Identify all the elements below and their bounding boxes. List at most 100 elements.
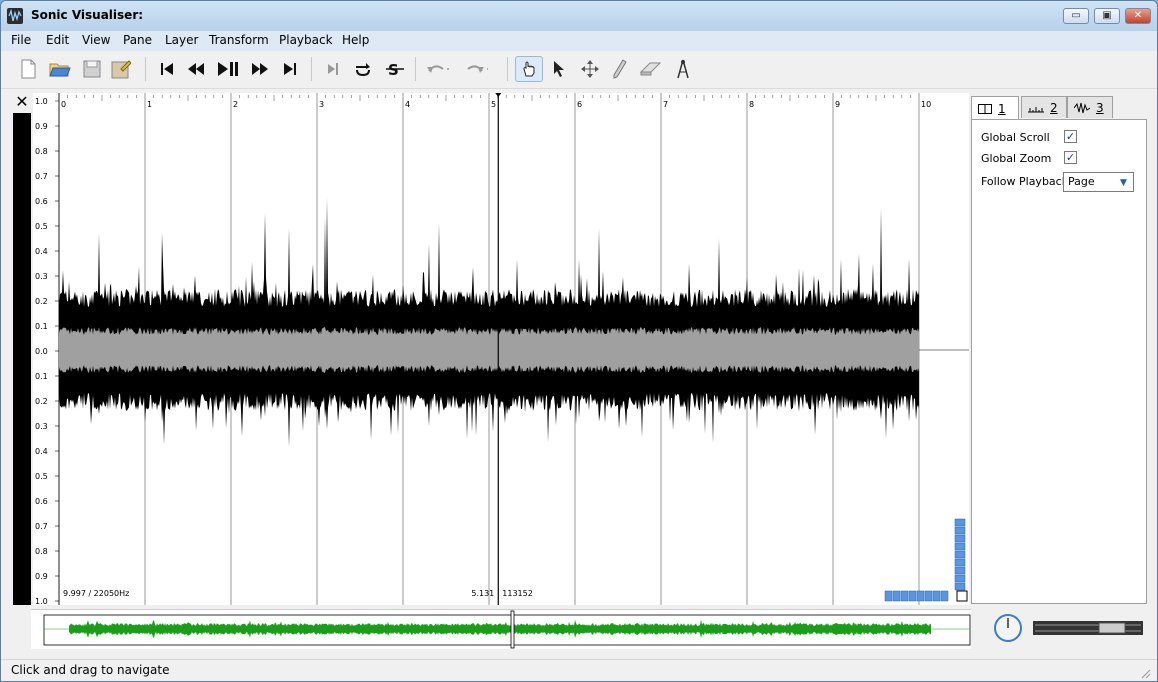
window-title: Sonic Visualiser:: [31, 8, 144, 22]
follow-playback-select[interactable]: Page ▼: [1063, 172, 1134, 192]
draw-icon[interactable]: [608, 57, 632, 81]
waveform-icon: [1074, 102, 1090, 113]
property-panel: 1 2 3 Global Scroll ✓ Global Zoom ✓ Foll…: [971, 96, 1147, 604]
amplitude-label: 0.4: [35, 447, 48, 456]
amplitude-label: 0.8: [35, 147, 48, 156]
erase-icon[interactable]: [639, 57, 663, 81]
amplitude-label: 0.2: [35, 297, 48, 306]
property-tabs: 1 2 3: [971, 96, 1147, 120]
select-icon[interactable]: [547, 57, 571, 81]
time-ruler-label: 2: [233, 100, 238, 109]
menu-transform[interactable]: Transform: [209, 33, 269, 47]
time-ruler-label: 0: [61, 100, 66, 109]
app-icon: [7, 8, 23, 24]
loop-icon[interactable]: [351, 57, 375, 81]
status-text: Click and drag to navigate: [11, 663, 170, 677]
toolbar-separator: [145, 57, 146, 81]
time-ruler-label: 4: [405, 100, 410, 109]
amplitude-label: 0.5: [35, 222, 48, 231]
new-icon[interactable]: [16, 57, 40, 81]
menu-playback[interactable]: Playback: [279, 33, 333, 47]
menu-help[interactable]: Help: [342, 33, 369, 47]
time-ruler-label: 7: [663, 100, 668, 109]
play-pause-icon[interactable]: [216, 57, 240, 81]
current-pane-indicator: [13, 113, 31, 605]
waveform-rms: [59, 327, 919, 373]
pane-icon: [978, 103, 992, 114]
global-zoom-label: Global Zoom: [981, 152, 1052, 165]
vertical-zoom-slider[interactable]: [954, 518, 966, 591]
save-icon[interactable]: [80, 57, 104, 81]
amplitude-label: 0.3: [35, 422, 48, 431]
navigate-icon[interactable]: [515, 56, 543, 82]
fast-forward-icon[interactable]: [248, 57, 272, 81]
amplitude-label: 0.1: [35, 372, 48, 381]
toolbar: S: [1, 51, 1157, 89]
toolbar-separator: [311, 57, 312, 81]
fast-forward-end-icon[interactable]: [278, 57, 302, 81]
amplitude-label: 1.0: [35, 597, 48, 605]
tab-label: 1: [998, 101, 1006, 116]
zoom-reset-button[interactable]: [956, 590, 968, 602]
close-button[interactable]: ✕: [1125, 8, 1151, 24]
close-pane-icon[interactable]: ✕: [15, 94, 29, 110]
toolbar-separator: [415, 57, 416, 81]
rewind-start-icon[interactable]: [155, 57, 179, 81]
toolbar-separator: [507, 57, 508, 81]
open-icon[interactable]: [48, 57, 72, 81]
redo-icon[interactable]: [464, 57, 488, 81]
waveform-pane[interactable]: 0 1 2 3 4 5 6 7 8 9 10 1.0 0.9 0.8 0.7 0.6 0.5 0.4 0.3 0.2 0…: [33, 93, 969, 605]
amplitude-label: 0.8: [35, 547, 48, 556]
tab-waveform[interactable]: 3: [1067, 96, 1113, 118]
global-scroll-checkbox[interactable]: ✓: [1064, 130, 1077, 143]
global-scroll-label: Global Scroll: [981, 131, 1050, 144]
tab-pane[interactable]: 1: [971, 96, 1019, 120]
maximize-button[interactable]: ▣: [1094, 8, 1120, 24]
menu-view[interactable]: View: [82, 33, 110, 47]
follow-playback-label: Follow Playback: [981, 175, 1069, 188]
tab-ruler[interactable]: 2: [1021, 96, 1067, 118]
menu-file[interactable]: File: [11, 33, 31, 47]
move-icon[interactable]: [578, 57, 602, 81]
menu-edit[interactable]: Edit: [46, 33, 69, 47]
playhead-marker: [495, 93, 502, 97]
title-bar: Sonic Visualiser: ▭ ▣ ✕: [1, 1, 1157, 31]
tab-label: 2: [1050, 100, 1058, 115]
undo-icon[interactable]: [425, 57, 449, 81]
save-as-icon[interactable]: [109, 57, 133, 81]
chevron-down-icon: ▼: [1120, 178, 1127, 188]
status-bar: Click and drag to navigate: [1, 659, 1157, 681]
time-ruler-label: 5: [491, 100, 496, 109]
amplitude-label: 0.9: [35, 122, 48, 131]
horizontal-zoom-slider[interactable]: [884, 590, 949, 602]
duration-label: 9.997 / 22050Hz: [63, 589, 129, 598]
overview-playhead: [510, 610, 515, 649]
amplitude-label: 0.6: [35, 497, 48, 506]
measure-icon[interactable]: [671, 57, 695, 81]
amplitude-label: 0.1: [35, 322, 48, 331]
time-ruler-label: 10: [921, 100, 931, 109]
menu-pane[interactable]: Pane: [123, 33, 152, 47]
playback-speed-slider[interactable]: [1033, 621, 1143, 635]
time-ruler-label: 8: [749, 100, 754, 109]
properties-box: Global Scroll ✓ Global Zoom ✓ Follow Pla…: [971, 119, 1147, 604]
amplitude-label: 0.4: [35, 247, 48, 256]
main-window: Sonic Visualiser: ▭ ▣ ✕ File Edit View P…: [0, 0, 1158, 682]
playhead-time-label: 5.131: [471, 589, 494, 598]
amplitude-label: 0.0: [35, 347, 48, 356]
pane-container: ✕ 0 1 2 3 4 5 6 7 8 9 10 1.0 0.9 0.8 0.7 0.6 0.5 0.4 0.3 0.…: [11, 93, 969, 605]
solo-icon[interactable]: S: [383, 57, 407, 81]
amplitude-label: 0.6: [35, 197, 48, 206]
overview-pane[interactable]: [31, 609, 971, 649]
amplitude-label: 0.7: [35, 172, 48, 181]
rewind-icon[interactable]: [184, 57, 208, 81]
global-zoom-checkbox[interactable]: ✓: [1064, 151, 1077, 164]
play-selection-icon[interactable]: [321, 57, 345, 81]
resize-grip-icon[interactable]: [1141, 669, 1151, 679]
amplitude-label: 0.5: [35, 472, 48, 481]
minimize-button[interactable]: ▭: [1063, 8, 1089, 24]
time-ruler-label: 3: [319, 100, 324, 109]
volume-dial[interactable]: [993, 613, 1023, 643]
menu-layer[interactable]: Layer: [165, 33, 198, 47]
playhead-frame-label: 113152: [502, 589, 533, 598]
